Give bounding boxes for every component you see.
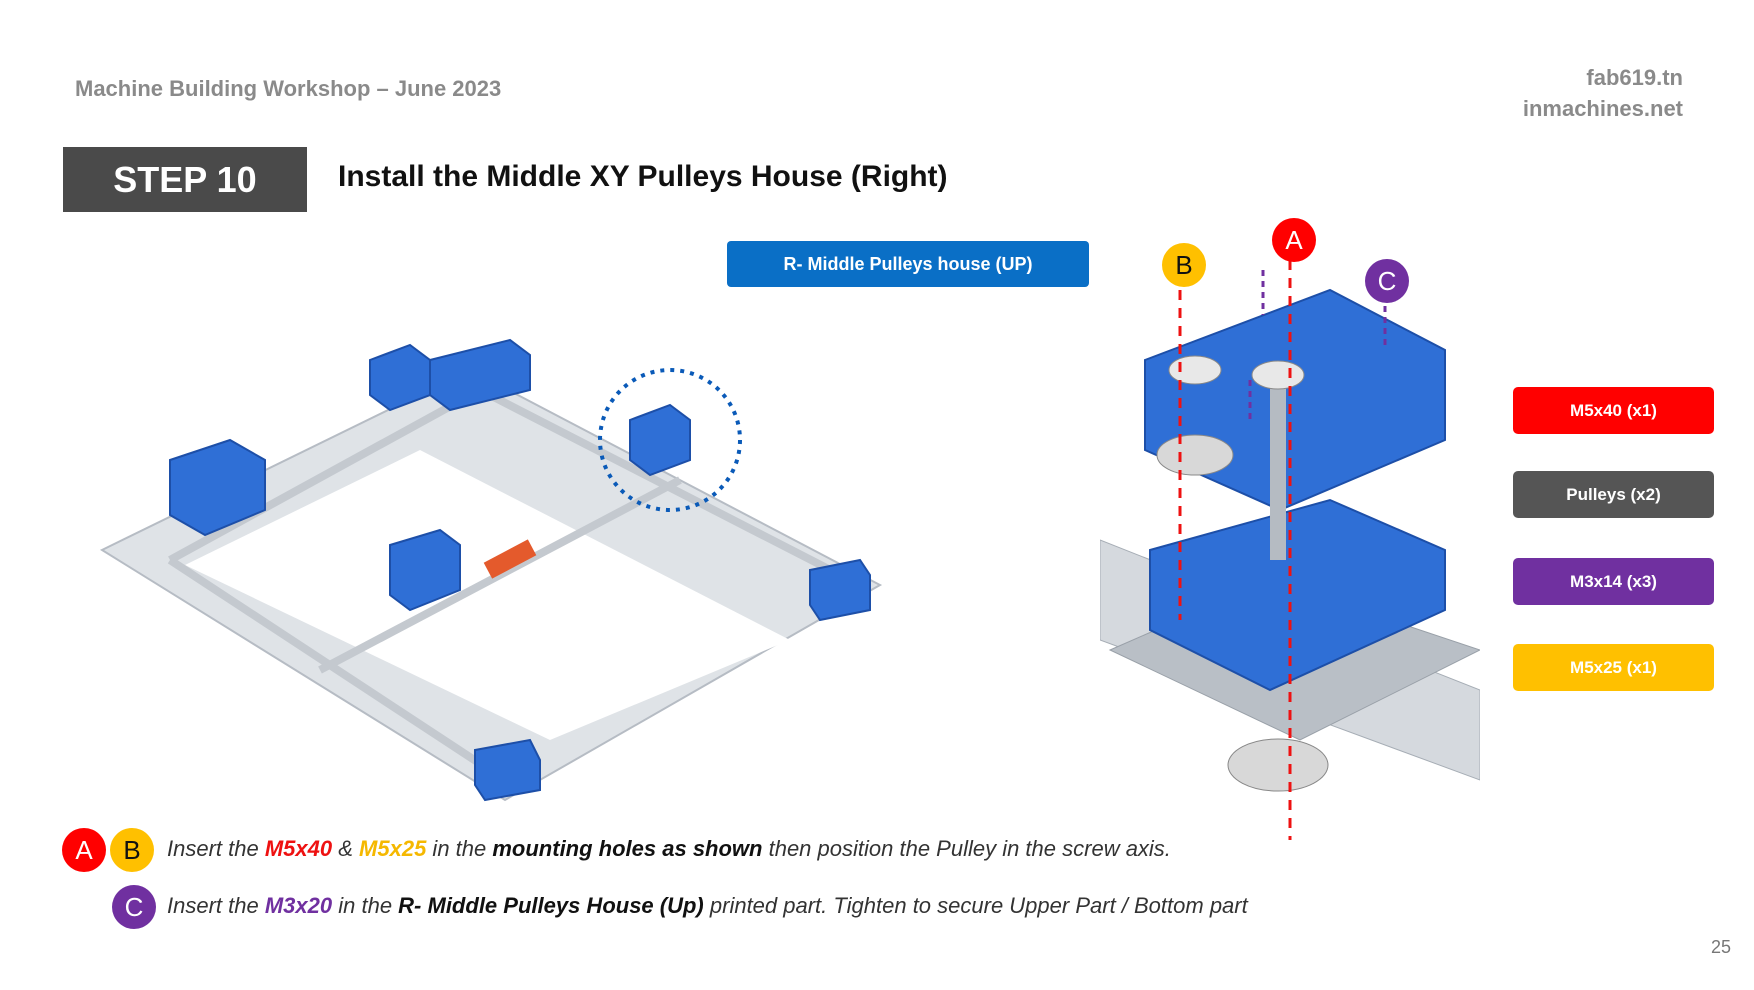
callout-b-instr-letter: B: [123, 834, 141, 865]
instr1-text4: then position the Pulley in the screw ax…: [762, 836, 1171, 861]
legend-m3x14: M3x14 (x3): [1513, 558, 1714, 605]
callout-b-instr: B: [110, 828, 154, 872]
instr1-text1: Insert the: [167, 836, 265, 861]
step-title: Install the Middle XY Pulleys House (Rig…: [338, 160, 948, 193]
instr2-text1: Insert the: [167, 893, 265, 918]
legend-m5x40-label: M5x40 (x1): [1570, 400, 1657, 420]
page-number: 25: [1710, 937, 1731, 957]
step-label: STEP 10: [113, 158, 257, 200]
callout-a-top-letter: A: [1285, 224, 1303, 255]
legend-pulleys: Pulleys (x2): [1513, 471, 1714, 518]
legend-m5x40: M5x40 (x1): [1513, 387, 1714, 434]
legend-m3x14-label: M3x14 (x3): [1570, 571, 1657, 591]
instr1-bold: mounting holes as shown: [492, 836, 763, 861]
callout-a-top: A: [1272, 218, 1316, 262]
site-fab619[interactable]: fab619.tn: [1523, 62, 1683, 93]
instruction-line-1: Insert the M5x40 & M5x25 in the mounting…: [167, 836, 1171, 862]
frame-assembly-illustration: [99, 338, 883, 802]
workshop-title: Machine Building Workshop – June 2023: [75, 76, 502, 101]
exploded-view-illustration: [1100, 260, 1480, 840]
site-links: fab619.tn inmachines.net: [1523, 62, 1683, 124]
instr1-text2: &: [332, 836, 360, 861]
instr2-text3: printed part. Tighten to secure Upper Pa…: [703, 893, 1248, 918]
callout-a-instr: A: [62, 828, 106, 872]
legend-m5x25-label: M5x25 (x1): [1570, 657, 1657, 677]
instr1-m5x40: M5x40: [264, 836, 333, 861]
callout-b-top-letter: B: [1175, 249, 1193, 280]
legend-pulleys-label: Pulleys (x2): [1566, 484, 1661, 504]
callout-b-top: B: [1162, 243, 1206, 287]
site-inmachines[interactable]: inmachines.net: [1523, 93, 1683, 124]
instr1-text3: in the: [426, 836, 493, 861]
instr2-bold: R- Middle Pulleys House (Up): [398, 893, 704, 918]
instruction-line-2: Insert the M3x20 in the R- Middle Pulley…: [167, 893, 1248, 919]
callout-c-instr: C: [112, 885, 156, 929]
instr2-m3x20: M3x20: [264, 893, 333, 918]
callout-c-top: C: [1365, 259, 1409, 303]
instr1-m5x25: M5x25: [359, 836, 427, 861]
callout-a-instr-letter: A: [75, 834, 93, 865]
part-label: R- Middle Pulleys house (UP): [727, 241, 1089, 287]
step-number-box: STEP 10: [63, 147, 307, 212]
legend-m5x25: M5x25 (x1): [1513, 644, 1714, 691]
callout-c-instr-letter: C: [124, 891, 144, 922]
instr2-text2: in the: [332, 893, 399, 918]
callout-c-top-letter: C: [1377, 265, 1397, 296]
